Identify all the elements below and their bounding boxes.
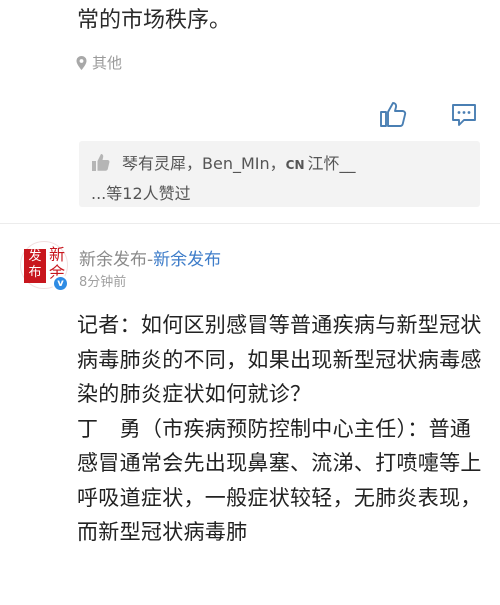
verified-badge-icon: v bbox=[52, 275, 69, 292]
author-name[interactable]: 新余发布 bbox=[79, 250, 147, 270]
source-link[interactable]: 新余发布 bbox=[153, 250, 221, 270]
avatar-seal: 发布 bbox=[24, 249, 46, 283]
like-button[interactable] bbox=[378, 99, 408, 129]
divider bbox=[0, 223, 500, 224]
location-pin-icon bbox=[76, 55, 87, 70]
post-paragraph: 丁 勇（市疾病预防控制中心主任）：普通感冒通常会先出现鼻塞、流涕、打喷嚏等上呼吸… bbox=[77, 416, 482, 545]
last-liker[interactable]: 江怀__ bbox=[308, 154, 356, 173]
likers-names[interactable]: 琴有灵犀，Ben_MIn， bbox=[122, 154, 286, 173]
thumbs-up-icon bbox=[380, 102, 407, 127]
author-line: 新余发布-新余发布 bbox=[79, 245, 221, 270]
cn-badge: CN bbox=[285, 158, 305, 172]
likes-count[interactable]: ...等12人赞过 bbox=[91, 180, 191, 204]
location-label: 其他 bbox=[92, 54, 123, 72]
location-row[interactable]: 其他 bbox=[76, 52, 122, 73]
likers-list[interactable]: 琴有灵犀，Ben_MIn，CN 江怀__ bbox=[122, 150, 356, 174]
thumbs-up-icon bbox=[92, 154, 110, 171]
comment-icon bbox=[452, 104, 476, 126]
post-time: 8分钟前 bbox=[79, 275, 127, 290]
likes-summary[interactable]: 琴有灵犀，Ben_MIn，CN 江怀__ ...等12人赞过 bbox=[79, 141, 480, 207]
previous-post-text: 常的市场秩序。 bbox=[77, 8, 232, 33]
comment-button[interactable] bbox=[450, 101, 478, 129]
post-paragraph: 记者：如何区别感冒等普通疾病与新型冠状病毒肺炎的不同，如果出现新型冠状病毒感染的… bbox=[77, 313, 482, 406]
post-body: 记者：如何区别感冒等普通疾病与新型冠状病毒肺炎的不同，如果出现新型冠状病毒感染的… bbox=[77, 308, 487, 550]
